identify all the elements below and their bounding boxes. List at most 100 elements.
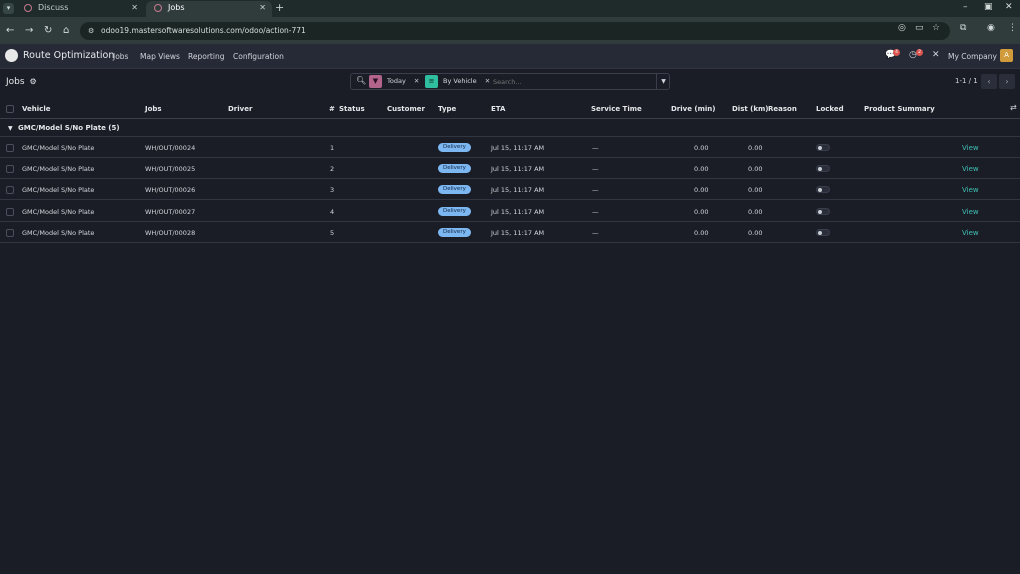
back-icon[interactable]: ← xyxy=(6,25,14,36)
menu-jobs[interactable]: Jobs xyxy=(113,52,128,61)
column-eta[interactable]: ETA xyxy=(491,105,505,113)
site-info-icon[interactable]: ⚙ xyxy=(88,27,94,35)
column-jobs[interactable]: Jobs xyxy=(145,105,162,113)
cell-drive-min: 0.00 xyxy=(694,144,709,152)
type-badge: Delivery xyxy=(438,164,471,173)
tab-title: Discuss xyxy=(38,3,69,12)
cell-eta: Jul 15, 11:17 AM xyxy=(491,208,545,216)
facet-by-vehicle[interactable]: ≡ By Vehicle ✕ xyxy=(425,75,490,88)
tab-title: Jobs xyxy=(168,3,185,12)
maximize-icon[interactable]: ▣ xyxy=(984,2,993,12)
close-tab-icon[interactable]: ✕ xyxy=(259,1,266,15)
column-customer[interactable]: Customer xyxy=(387,105,425,113)
row-checkbox[interactable] xyxy=(6,208,14,216)
pager-next-button[interactable]: › xyxy=(999,74,1015,89)
cell-dist-km: 0.00 xyxy=(748,186,763,194)
minimize-icon[interactable]: – xyxy=(963,2,968,12)
cell-sequence: 3 xyxy=(330,186,335,194)
page-title-text: Jobs xyxy=(6,77,25,87)
bookmark-star-icon[interactable]: ☆ xyxy=(932,23,940,33)
browser-tab-discuss[interactable]: Discuss ✕ xyxy=(16,1,144,17)
cast-icon[interactable]: ▭ xyxy=(915,23,924,33)
tools-icon[interactable]: ✕ xyxy=(932,50,940,60)
row-checkbox[interactable] xyxy=(6,144,14,152)
extensions-icon[interactable]: ⧉ xyxy=(960,23,966,33)
type-badge: Delivery xyxy=(438,143,471,152)
menu-reporting[interactable]: Reporting xyxy=(188,52,224,61)
optional-columns-icon[interactable]: ⇄ xyxy=(1010,103,1017,112)
locked-toggle[interactable] xyxy=(816,229,830,236)
cell-job: WH/OUT/00024 xyxy=(145,144,196,152)
row-checkbox[interactable] xyxy=(6,229,14,237)
caret-down-icon[interactable]: ▼ xyxy=(8,125,13,132)
row-checkbox[interactable] xyxy=(6,165,14,173)
profile-icon[interactable]: ◉ xyxy=(987,23,995,33)
column-reason[interactable]: Reason xyxy=(768,105,797,113)
cell-drive-min: 0.00 xyxy=(694,186,709,194)
cell-job: WH/OUT/00025 xyxy=(145,165,196,173)
app-name[interactable]: Route Optimization xyxy=(23,50,114,61)
column-service-time[interactable]: Service Time xyxy=(591,105,642,113)
activity-badge: 2 xyxy=(916,49,923,56)
eye-off-icon[interactable]: ◎ xyxy=(898,23,906,33)
url-text[interactable]: odoo19.mastersoftwaresolutions.com/odoo/… xyxy=(101,22,306,40)
tab-search-icon[interactable]: ▾ xyxy=(3,3,14,14)
group-row[interactable] xyxy=(0,120,1020,137)
search-options-toggle[interactable]: ▼ xyxy=(656,73,670,90)
column-locked[interactable]: Locked xyxy=(816,105,844,113)
group-label[interactable]: GMC/Model S/No Plate (5) xyxy=(18,124,120,132)
close-window-icon[interactable]: ✕ xyxy=(1005,2,1013,12)
cell-drive-min: 0.00 xyxy=(694,165,709,173)
cell-vehicle: GMC/Model S/No Plate xyxy=(22,165,95,173)
locked-toggle[interactable] xyxy=(816,165,830,172)
column-dist-km[interactable]: Dist (km) xyxy=(732,105,769,113)
search-icon[interactable]: 🔍︎ xyxy=(356,76,366,85)
view-link[interactable]: View xyxy=(962,208,979,216)
page-title: Jobs ⚙ xyxy=(6,77,37,87)
new-tab-button[interactable]: + xyxy=(275,1,284,14)
view-link[interactable]: View xyxy=(962,186,979,194)
column-drive-min[interactable]: Drive (min) xyxy=(671,105,716,113)
column-driver[interactable]: Driver xyxy=(228,105,252,113)
view-link[interactable]: View xyxy=(962,144,979,152)
menu-configuration[interactable]: Configuration xyxy=(233,52,284,61)
odoo-favicon-icon xyxy=(24,4,32,12)
more-menu-icon[interactable]: ⋮ xyxy=(1008,23,1017,33)
browser-tab-jobs[interactable]: Jobs ✕ xyxy=(146,1,272,17)
cell-service-time: — xyxy=(592,144,599,152)
pager-value[interactable]: 1-1 / 1 xyxy=(955,77,978,85)
row-checkbox[interactable] xyxy=(6,186,14,194)
gear-icon[interactable]: ⚙ xyxy=(29,77,36,86)
locked-toggle[interactable] xyxy=(816,208,830,215)
cell-dist-km: 0.00 xyxy=(748,229,763,237)
forward-icon[interactable]: → xyxy=(25,25,33,36)
user-avatar[interactable]: A xyxy=(1000,49,1013,62)
search-input[interactable] xyxy=(493,75,653,88)
type-badge: Delivery xyxy=(438,228,471,237)
view-link[interactable]: View xyxy=(962,229,979,237)
cell-sequence: 4 xyxy=(330,208,335,216)
cell-vehicle: GMC/Model S/No Plate xyxy=(22,229,95,237)
column-vehicle[interactable]: Vehicle xyxy=(22,105,50,113)
menu-map-views[interactable]: Map Views xyxy=(140,52,180,61)
locked-toggle[interactable] xyxy=(816,144,830,151)
app-logo-icon[interactable] xyxy=(5,49,18,62)
cell-eta: Jul 15, 11:17 AM xyxy=(491,165,545,173)
cell-dist-km: 0.00 xyxy=(748,208,763,216)
company-switcher[interactable]: My Company xyxy=(948,52,997,61)
column-sequence[interactable]: # xyxy=(329,105,335,113)
column-product-summary[interactable]: Product Summary xyxy=(864,105,935,113)
remove-facet-icon[interactable]: ✕ xyxy=(485,77,490,85)
view-link[interactable]: View xyxy=(962,165,979,173)
locked-toggle[interactable] xyxy=(816,186,830,193)
close-tab-icon[interactable]: ✕ xyxy=(131,1,138,15)
pager-previous-button[interactable]: ‹ xyxy=(981,74,997,89)
select-all-checkbox[interactable] xyxy=(6,105,14,113)
facet-today[interactable]: ▼ Today ✕ xyxy=(369,75,419,88)
reload-icon[interactable]: ↻ xyxy=(44,25,52,36)
remove-facet-icon[interactable]: ✕ xyxy=(414,77,419,85)
column-type[interactable]: Type xyxy=(438,105,456,113)
home-icon[interactable]: ⌂ xyxy=(63,25,69,36)
column-status[interactable]: Status xyxy=(339,105,365,113)
cell-job: WH/OUT/00027 xyxy=(145,208,196,216)
